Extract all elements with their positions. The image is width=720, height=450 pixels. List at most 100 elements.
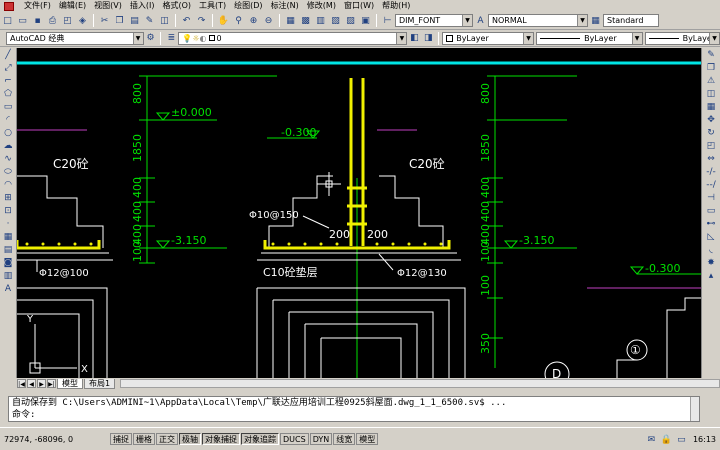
offset-icon[interactable]: ◫	[704, 88, 718, 100]
menu-edit[interactable]: 编辑(E)	[55, 0, 90, 12]
color-select[interactable]: ByLayer ▼	[442, 31, 535, 45]
array-icon[interactable]: ▦	[704, 101, 718, 113]
table-icon[interactable]: ▥	[1, 270, 15, 282]
status-polar[interactable]: 极轴	[179, 433, 201, 445]
break-at-point-icon[interactable]: ⊣	[704, 192, 718, 204]
hatch-icon[interactable]: ▦	[1, 231, 15, 243]
line-icon[interactable]: ╱	[1, 49, 15, 61]
lineweight-select[interactable]: ByLayer ▼	[644, 31, 720, 45]
trim-icon[interactable]: -/-	[704, 166, 718, 178]
calculator-icon[interactable]: ▣	[359, 14, 372, 27]
circle-icon[interactable]: ○	[1, 127, 15, 139]
paste-icon[interactable]: ▤	[128, 14, 141, 27]
toolbar-scroll-icon[interactable]: ▴	[704, 270, 718, 282]
break-icon[interactable]: ▭	[704, 205, 718, 217]
status-snap[interactable]: 捕捉	[110, 433, 132, 445]
prev-tab-icon[interactable]: ◀	[27, 379, 36, 388]
zoom-realtime-icon[interactable]: ⚲	[232, 14, 245, 27]
menu-insert[interactable]: 插入(I)	[126, 0, 159, 12]
menu-format[interactable]: 格式(O)	[158, 0, 195, 12]
rectangle-icon[interactable]: ▭	[1, 101, 15, 113]
status-osnap[interactable]: 对象捕捉	[202, 433, 240, 445]
layer-previous-icon[interactable]: ◨	[422, 32, 434, 45]
menu-window[interactable]: 窗口(W)	[340, 0, 378, 12]
chamfer-icon[interactable]: ◺	[704, 231, 718, 243]
undo-icon[interactable]: ↶	[180, 14, 193, 27]
first-tab-icon[interactable]: |◀	[17, 379, 26, 388]
status-model[interactable]: 模型	[356, 433, 379, 445]
save-icon[interactable]: ▪	[31, 14, 44, 27]
preview-icon[interactable]: ◰	[61, 14, 74, 27]
copy-icon[interactable]: ❐	[113, 14, 126, 27]
tab-layout1[interactable]: 布局1	[84, 378, 116, 389]
tool-palette-icon[interactable]: ▥	[314, 14, 327, 27]
command-window[interactable]: 自动保存到 C:\Users\ADMINI~1\AppData\Local\Te…	[8, 396, 700, 422]
erase-icon[interactable]: ✎	[704, 49, 718, 61]
markup-icon[interactable]: ▨	[344, 14, 357, 27]
dimstyle-select[interactable]: DIM_FONT ▼	[395, 14, 473, 27]
ellipse-icon[interactable]: ⬭	[1, 166, 15, 178]
polygon-icon[interactable]: ⬠	[1, 88, 15, 100]
scale-icon[interactable]: ◰	[704, 140, 718, 152]
menu-view[interactable]: 视图(V)	[90, 0, 126, 12]
menu-file[interactable]: 文件(F)	[20, 0, 55, 12]
print-icon[interactable]: ⎙	[46, 14, 59, 27]
cut-icon[interactable]: ✂	[98, 14, 111, 27]
construction-line-icon[interactable]: ⤢	[1, 62, 15, 74]
command-prompt[interactable]: 命令:	[9, 409, 699, 421]
lock-icon[interactable]: 🔒	[660, 433, 673, 446]
polyline-icon[interactable]: ⌐	[1, 75, 15, 87]
zoom-previous-icon[interactable]: ⊖	[262, 14, 275, 27]
region-icon[interactable]: ◙	[1, 257, 15, 269]
join-icon[interactable]: ⊷	[704, 218, 718, 230]
textstyle-select[interactable]: NORMAL ▼	[488, 14, 588, 27]
match-properties-icon[interactable]: ✎	[143, 14, 156, 27]
extend-icon[interactable]: --/	[704, 179, 718, 191]
block-editor-icon[interactable]: ◫	[158, 14, 171, 27]
pan-icon[interactable]: ✋	[217, 14, 230, 27]
ellipse-arc-icon[interactable]: ◠	[1, 179, 15, 191]
rotate-icon[interactable]: ↻	[704, 127, 718, 139]
linetype-select[interactable]: ByLayer ▼	[536, 31, 643, 45]
explode-icon[interactable]: ✸	[704, 257, 718, 269]
menu-draw[interactable]: 绘图(D)	[230, 0, 266, 12]
properties-icon[interactable]: ▦	[284, 14, 297, 27]
workspace-settings-icon[interactable]: ⚙	[145, 32, 157, 45]
fillet-icon[interactable]: ◟	[704, 244, 718, 256]
next-tab-icon[interactable]: ▶	[37, 379, 46, 388]
menu-modify[interactable]: 修改(M)	[303, 0, 340, 12]
layer-manager-icon[interactable]: ≣	[165, 32, 177, 45]
command-scrollbar[interactable]	[690, 397, 699, 421]
make-block-icon[interactable]: ⊡	[1, 205, 15, 217]
move-icon[interactable]: ✥	[704, 114, 718, 126]
coordinate-readout[interactable]: 72974, -68096, 0	[4, 435, 110, 444]
design-center-icon[interactable]: ▩	[299, 14, 312, 27]
publish-icon[interactable]: ◈	[76, 14, 89, 27]
new-file-icon[interactable]: □	[1, 14, 14, 27]
open-folder-icon[interactable]: ▭	[16, 14, 29, 27]
copy-object-icon[interactable]: ❐	[704, 62, 718, 74]
insert-block-icon[interactable]: ⊞	[1, 192, 15, 204]
sheet-set-icon[interactable]: ▧	[329, 14, 342, 27]
status-otrack[interactable]: 对象追踪	[241, 433, 279, 445]
horizontal-scrollbar[interactable]	[120, 379, 720, 388]
revision-cloud-icon[interactable]: ☁	[1, 140, 15, 152]
point-icon[interactable]: ·	[1, 218, 15, 230]
gradient-icon[interactable]: ▤	[1, 244, 15, 256]
status-ortho[interactable]: 正交	[156, 433, 178, 445]
status-dyn[interactable]: DYN	[309, 433, 333, 445]
redo-icon[interactable]: ↷	[195, 14, 208, 27]
stretch-icon[interactable]: ⇔	[704, 153, 718, 165]
arc-icon[interactable]: ◜	[1, 114, 15, 126]
last-tab-icon[interactable]: ▶|	[47, 379, 56, 388]
menu-tools[interactable]: 工具(T)	[195, 0, 230, 12]
mtext-icon[interactable]: A	[1, 283, 15, 295]
comm-center-icon[interactable]: ✉	[645, 433, 658, 446]
make-current-layer-icon[interactable]: ◧	[408, 32, 420, 45]
status-ducs[interactable]: DUCS	[280, 433, 309, 445]
menu-help[interactable]: 帮助(H)	[378, 0, 414, 12]
clean-screen-icon[interactable]: ▭	[675, 433, 688, 446]
zoom-window-icon[interactable]: ⊕	[247, 14, 260, 27]
mirror-icon[interactable]: ⚠	[704, 75, 718, 87]
status-grid[interactable]: 栅格	[133, 433, 155, 445]
